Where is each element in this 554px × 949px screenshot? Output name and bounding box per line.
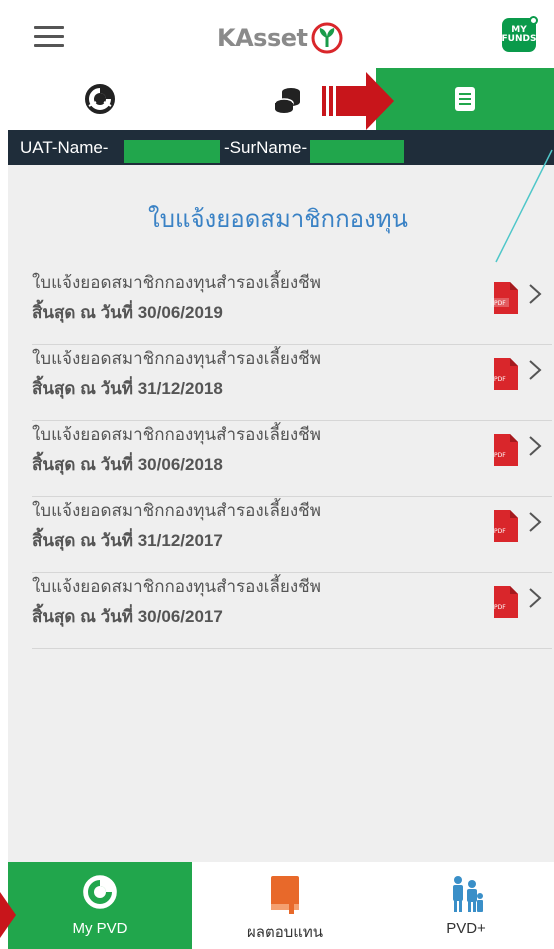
annotation-arrow-icon: [0, 892, 16, 938]
chevron-right-icon[interactable]: [528, 435, 542, 457]
my-funds-app-icon[interactable]: MY FUNDS: [501, 16, 538, 52]
tab-statements[interactable]: [376, 68, 554, 130]
statement-title: ใบแจ้งยอดสมาชิกกองทุนสำรองเลี้ยงชีพ: [32, 501, 321, 520]
chevron-right-icon[interactable]: [528, 511, 542, 533]
bottom-nav-bar: My PVD ผลตอบแทน PVD+: [0, 862, 554, 949]
nav-label: PVD+: [446, 920, 486, 937]
user-name-bar: UAT-Name- -SurName-: [8, 130, 554, 165]
statement-date: สิ้นสุด ณ วันที่ 30/06/2017: [32, 607, 223, 626]
family-icon: [453, 876, 483, 912]
statement-date: สิ้นสุด ณ วันที่ 30/06/2019: [32, 303, 223, 322]
svg-text:PDF: PDF: [494, 528, 506, 535]
svg-text:PDF: PDF: [494, 300, 506, 307]
annotation-arrow-icon: [322, 72, 394, 130]
page-title: ใบแจ้งยอดสมาชิกกองทุน: [148, 206, 408, 233]
pdf-icon[interactable]: PDF: [490, 508, 520, 544]
my-funds-badge-text: MY FUNDS: [501, 25, 537, 44]
statement-list-panel: ใบแจ้งยอดสมาชิกกองทุน ใบแจ้งยอดสมาชิกกอง…: [8, 165, 554, 862]
statement-date: สิ้นสุด ณ วันที่ 31/12/2017: [32, 531, 223, 550]
coins-icon: [274, 88, 300, 113]
svg-text:PDF: PDF: [494, 376, 506, 383]
chevron-right-icon[interactable]: [528, 587, 542, 609]
nav-pvd-plus[interactable]: PVD+: [378, 862, 554, 949]
book-icon: [271, 876, 299, 914]
statement-item[interactable]: ใบแจ้งยอดสมาชิกกองทุนสำรองเลี้ยงชีพ สิ้น…: [32, 269, 552, 345]
redacted-surname-mask: [310, 140, 404, 163]
redacted-name-mask: [124, 140, 220, 163]
statement-item[interactable]: ใบแจ้งยอดสมาชิกกองทุนสำรองเลี้ยงชีพ สิ้น…: [32, 497, 552, 573]
pdf-icon[interactable]: PDF: [490, 356, 520, 392]
app-header: KAsset MY FUNDS: [0, 0, 554, 68]
statement-item[interactable]: ใบแจ้งยอดสมาชิกกองทุนสำรองเลี้ยงชีพ สิ้น…: [32, 421, 552, 497]
statement-title: ใบแจ้งยอดสมาชิกกองทุนสำรองเลี้ยงชีพ: [32, 349, 321, 368]
statement-item[interactable]: ใบแจ้งยอดสมาชิกกองทุนสำรองเลี้ยงชีพ สิ้น…: [32, 573, 552, 649]
statement-item[interactable]: ใบแจ้งยอดสมาชิกกองทุนสำรองเลี้ยงชีพ สิ้น…: [32, 345, 552, 421]
logo-text: KAsset: [217, 24, 308, 52]
statement-date: สิ้นสุด ณ วันที่ 30/06/2018: [32, 455, 223, 474]
pie-chart-icon: [85, 84, 115, 114]
nav-my-pvd[interactable]: My PVD: [8, 862, 192, 949]
pdf-icon[interactable]: PDF: [490, 584, 520, 620]
nav-returns[interactable]: ผลตอบแทน: [192, 862, 378, 949]
kasikorn-logo-icon: [311, 22, 342, 54]
pdf-icon[interactable]: PDF: [490, 280, 520, 316]
top-tab-bar: [0, 68, 554, 130]
document-icon: [455, 87, 475, 111]
hamburger-menu-icon[interactable]: [34, 26, 64, 48]
user-surname-prefix: -SurName-: [224, 138, 308, 157]
user-name-prefix: UAT-Name-: [20, 138, 109, 157]
notification-dot: [529, 16, 538, 25]
statement-date: สิ้นสุด ณ วันที่ 31/12/2018: [32, 379, 223, 398]
svg-text:PDF: PDF: [494, 604, 506, 611]
kasset-logo: KAsset: [217, 22, 343, 54]
pdf-icon[interactable]: PDF: [490, 432, 520, 468]
chevron-right-icon[interactable]: [528, 283, 542, 305]
statement-title: ใบแจ้งยอดสมาชิกกองทุนสำรองเลี้ยงชีพ: [32, 577, 321, 596]
statement-title: ใบแจ้งยอดสมาชิกกองทุนสำรองเลี้ยงชีพ: [32, 273, 321, 292]
chevron-right-icon[interactable]: [528, 359, 542, 381]
nav-label: My PVD: [72, 920, 128, 937]
pie-chart-icon: [83, 875, 117, 909]
tab-overview[interactable]: [0, 68, 200, 130]
nav-label: ผลตอบแทน: [246, 924, 324, 941]
statement-title: ใบแจ้งยอดสมาชิกกองทุนสำรองเลี้ยงชีพ: [32, 425, 321, 444]
svg-text:PDF: PDF: [494, 452, 506, 459]
